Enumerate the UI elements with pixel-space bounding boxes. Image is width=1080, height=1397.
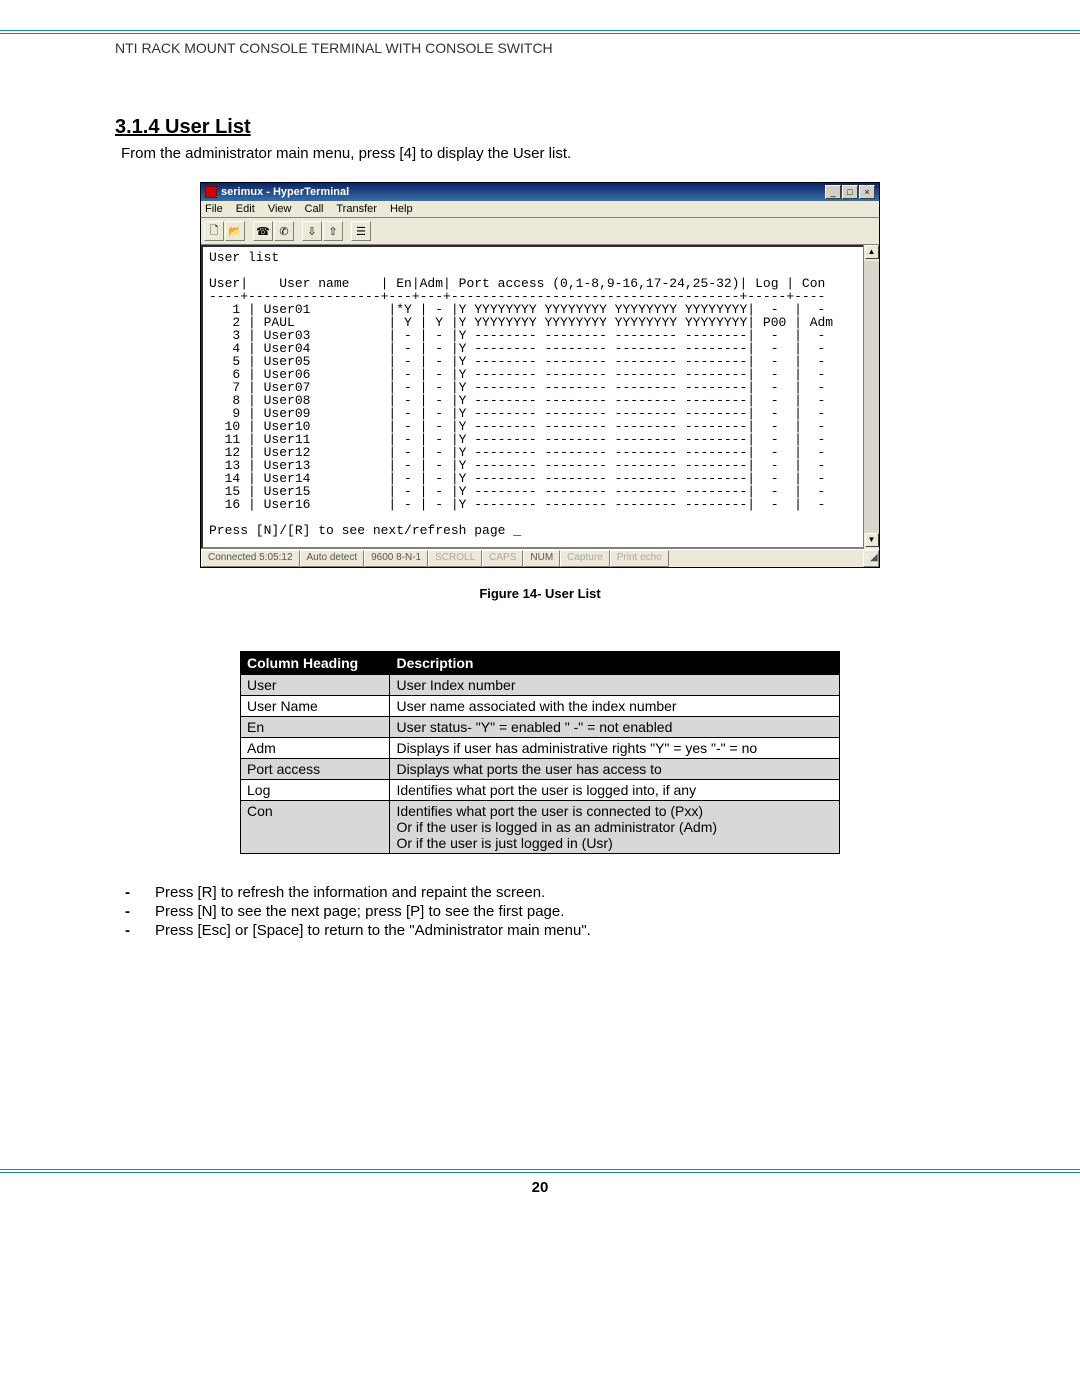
menu-bar: File Edit View Call Transfer Help xyxy=(201,201,879,218)
running-header: NTI RACK MOUNT CONSOLE TERMINAL WITH CON… xyxy=(115,40,1080,56)
menu-transfer[interactable]: Transfer xyxy=(336,203,377,215)
page-number: 20 xyxy=(0,1179,1080,1196)
page-content: 3.1.4 User List From the administrator m… xyxy=(0,56,1080,939)
note-item: -Press [R] to refresh the information an… xyxy=(125,884,965,901)
note-text: Press [N] to see the next page; press [P… xyxy=(155,903,564,920)
scroll-track[interactable] xyxy=(864,261,879,533)
status-num: NUM xyxy=(523,550,560,567)
menu-edit[interactable]: Edit xyxy=(236,203,255,215)
col-heading-cell: User Name xyxy=(241,696,390,717)
bullet-dash: - xyxy=(125,903,155,920)
section-title: 3.1.4 User List xyxy=(115,116,965,139)
intro-text: From the administrator main menu, press … xyxy=(121,145,965,162)
window-title: serimux - HyperTerminal xyxy=(221,186,349,198)
description-cell: User name associated with the index numb… xyxy=(390,696,840,717)
properties-icon[interactable]: ☰ xyxy=(351,221,371,241)
status-settings: 9600 8-N-1 xyxy=(364,550,428,567)
description-cell: User status- "Y" = enabled " -" = not en… xyxy=(390,717,840,738)
maximize-button[interactable]: □ xyxy=(842,185,858,199)
menu-view[interactable]: View xyxy=(268,203,292,215)
table-row: User NameUser name associated with the i… xyxy=(241,696,840,717)
table-row: LogIdentifies what port the user is logg… xyxy=(241,780,840,801)
status-detect: Auto detect xyxy=(300,550,365,567)
window-titlebar: serimux - HyperTerminal _ □ × xyxy=(201,183,879,201)
note-item: -Press [Esc] or [Space] to return to the… xyxy=(125,922,965,939)
note-text: Press [R] to refresh the information and… xyxy=(155,884,545,901)
col-heading-cell: User xyxy=(241,675,390,696)
bullet-dash: - xyxy=(125,922,155,939)
notes-list: -Press [R] to refresh the information an… xyxy=(125,884,965,939)
status-scroll: SCROLL xyxy=(428,550,482,567)
scrollbar[interactable]: ▲ ▼ xyxy=(863,245,879,549)
description-cell: Displays what ports the user has access … xyxy=(390,759,840,780)
status-bar: Connected 5:05:12 Auto detect 9600 8-N-1… xyxy=(201,549,879,567)
table-row: EnUser status- "Y" = enabled " -" = not … xyxy=(241,717,840,738)
minimize-button[interactable]: _ xyxy=(825,185,841,199)
status-caps: CAPS xyxy=(482,550,523,567)
col-heading-cell: Port access xyxy=(241,759,390,780)
figure-caption: Figure 14- User List xyxy=(115,586,965,601)
status-capture: Capture xyxy=(560,550,610,567)
menu-file[interactable]: File xyxy=(205,203,223,215)
open-icon[interactable]: 📂 xyxy=(225,221,245,241)
note-item: -Press [N] to see the next page; press [… xyxy=(125,903,965,920)
column-description-table: Column Heading Description UserUser Inde… xyxy=(240,651,840,854)
menu-call[interactable]: Call xyxy=(305,203,324,215)
status-echo: Print echo xyxy=(610,550,669,567)
send-icon[interactable]: ⇩ xyxy=(302,221,322,241)
description-cell: Identifies what port the user is connect… xyxy=(390,801,840,854)
description-cell: User Index number xyxy=(390,675,840,696)
col-heading-cell: En xyxy=(241,717,390,738)
table-row: ConIdentifies what port the user is conn… xyxy=(241,801,840,854)
status-connected: Connected 5:05:12 xyxy=(201,550,300,567)
receive-icon[interactable]: ⇧ xyxy=(323,221,343,241)
top-rule xyxy=(0,30,1080,34)
scroll-up-icon[interactable]: ▲ xyxy=(865,245,879,259)
table-row: AdmDisplays if user has administrative r… xyxy=(241,738,840,759)
scroll-down-icon[interactable]: ▼ xyxy=(865,533,879,547)
hyperterminal-window: serimux - HyperTerminal _ □ × File Edit … xyxy=(200,182,880,568)
table-row: UserUser Index number xyxy=(241,675,840,696)
note-text: Press [Esc] or [Space] to return to the … xyxy=(155,922,591,939)
new-icon[interactable]: 🗋 xyxy=(204,221,224,241)
hangup-icon[interactable]: ✆ xyxy=(274,221,294,241)
th-description: Description xyxy=(390,652,840,675)
col-heading-cell: Con xyxy=(241,801,390,854)
menu-help[interactable]: Help xyxy=(390,203,413,215)
col-heading-cell: Log xyxy=(241,780,390,801)
close-button[interactable]: × xyxy=(859,185,875,199)
section-number: 3.1.4 xyxy=(115,116,159,138)
terminal-output: User list User| User name | En|Adm| Port… xyxy=(201,245,879,549)
section-name: User List xyxy=(165,116,251,138)
bottom-rule xyxy=(0,1169,1080,1173)
toolbar: 🗋 📂 ☎ ✆ ⇩ ⇧ ☰ xyxy=(201,218,879,245)
app-icon xyxy=(205,186,217,198)
resize-grip-icon[interactable]: ◢ xyxy=(863,550,879,567)
description-cell: Displays if user has administrative righ… xyxy=(390,738,840,759)
description-cell: Identifies what port the user is logged … xyxy=(390,780,840,801)
bullet-dash: - xyxy=(125,884,155,901)
call-icon[interactable]: ☎ xyxy=(253,221,273,241)
table-row: Port accessDisplays what ports the user … xyxy=(241,759,840,780)
th-column-heading: Column Heading xyxy=(241,652,390,675)
col-heading-cell: Adm xyxy=(241,738,390,759)
